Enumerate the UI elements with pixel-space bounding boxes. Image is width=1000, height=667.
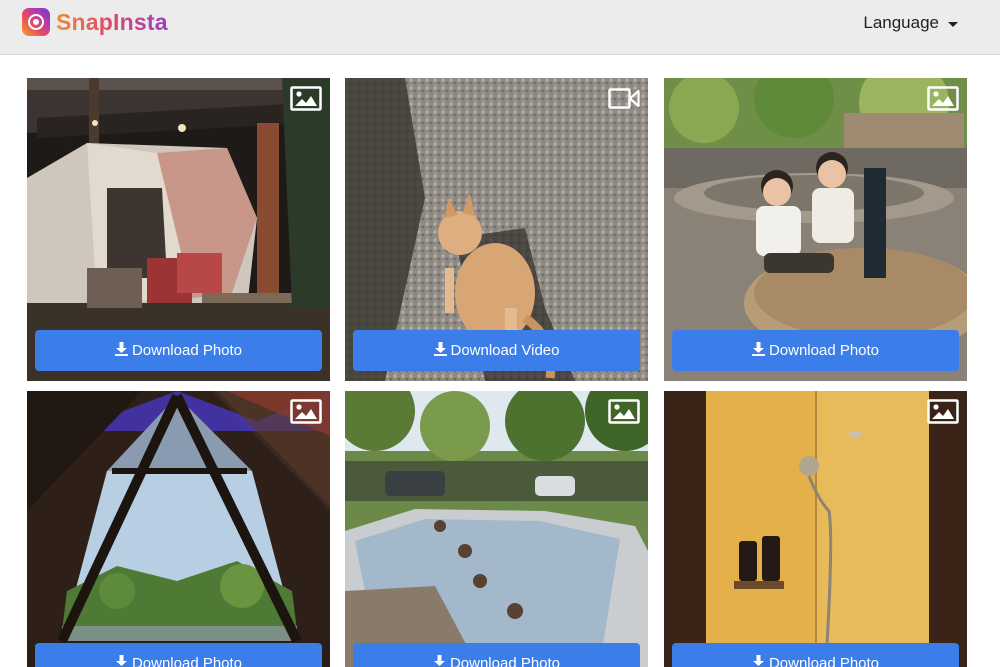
download-button-label: Download Photo bbox=[449, 655, 561, 667]
image-icon bbox=[290, 399, 322, 424]
media-card: Download Photo bbox=[664, 78, 967, 381]
download-icon bbox=[115, 655, 127, 666]
download-icon bbox=[752, 655, 764, 666]
image-icon bbox=[290, 86, 322, 111]
download-photo-button[interactable]: Download Photo bbox=[672, 330, 959, 371]
download-icon bbox=[751, 342, 765, 356]
download-button-label: Download Photo bbox=[131, 342, 243, 359]
media-thumbnail[interactable] bbox=[345, 391, 648, 667]
media-card: Download Photo bbox=[27, 78, 330, 381]
caret-down-icon bbox=[948, 21, 958, 27]
download-photo-button[interactable]: Download Photo bbox=[35, 643, 322, 667]
brand-name: SnapInsta bbox=[56, 8, 168, 35]
download-button-label: Download Photo bbox=[131, 655, 243, 667]
download-video-button[interactable]: Download Video bbox=[353, 330, 640, 371]
download-photo-button[interactable]: Download Photo bbox=[672, 643, 959, 667]
brand-link[interactable]: SnapInsta bbox=[22, 8, 168, 36]
media-card: Download Photo bbox=[664, 391, 967, 667]
download-photo-button[interactable]: Download Photo bbox=[353, 643, 640, 667]
media-thumbnail[interactable] bbox=[27, 391, 330, 667]
media-thumbnail[interactable] bbox=[664, 391, 967, 667]
download-icon bbox=[433, 342, 447, 356]
video-icon bbox=[608, 88, 640, 109]
media-card: Download Photo bbox=[27, 391, 330, 667]
media-card: Download Video bbox=[345, 78, 648, 381]
download-button-label: Download Photo bbox=[768, 342, 880, 359]
snapinsta-logo-icon bbox=[22, 8, 50, 36]
download-icon bbox=[114, 342, 128, 356]
language-dropdown[interactable]: Language bbox=[863, 13, 958, 33]
download-button-label: Download Video bbox=[450, 342, 560, 359]
image-icon bbox=[927, 86, 959, 111]
image-icon bbox=[608, 399, 640, 424]
download-icon bbox=[433, 655, 445, 666]
language-label: Language bbox=[863, 13, 939, 32]
image-icon bbox=[927, 399, 959, 424]
download-button-label: Download Photo bbox=[768, 655, 880, 667]
top-navbar: SnapInsta Language bbox=[0, 0, 1000, 55]
download-photo-button[interactable]: Download Photo bbox=[35, 330, 322, 371]
media-card: Download Photo bbox=[345, 391, 648, 667]
